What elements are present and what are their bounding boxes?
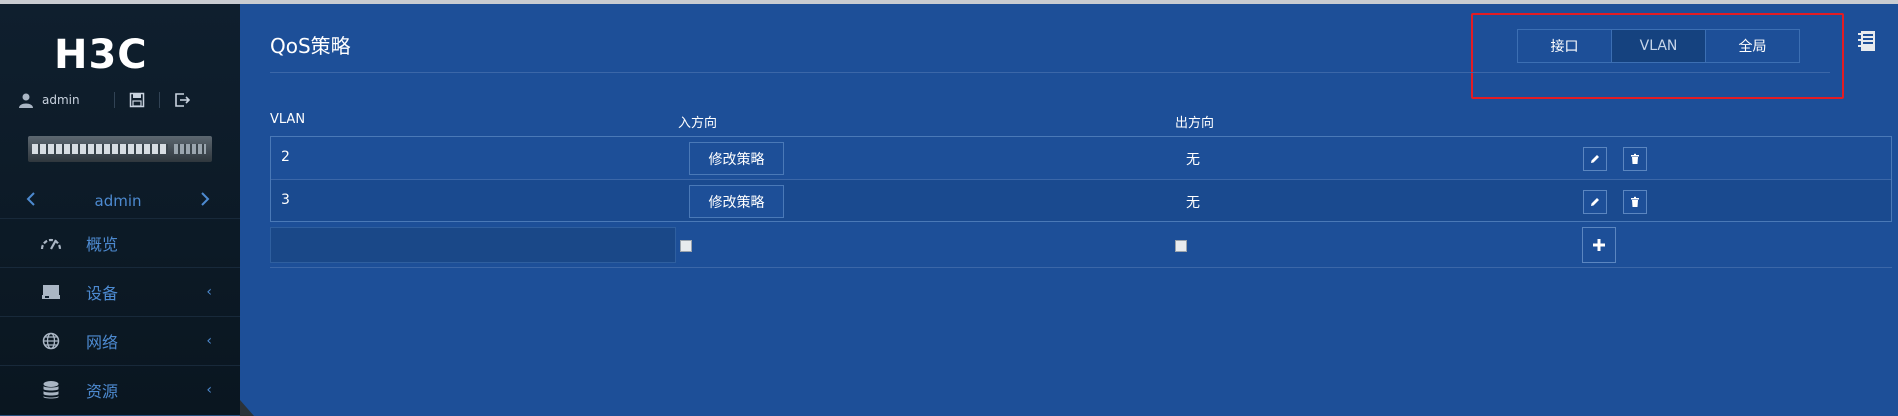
- sidebar-item-resources[interactable]: 资源 ‹: [0, 365, 240, 414]
- username: admin: [42, 93, 80, 107]
- inbound-checkbox[interactable]: [680, 240, 692, 252]
- column-header-outbound: 出方向: [1175, 116, 1215, 131]
- sidebar-item-label: 资源: [86, 382, 119, 401]
- table-row: 2 修改策略 无: [271, 137, 1891, 179]
- column-header-vlan: VLAN: [270, 112, 306, 127]
- dashboard-icon: [36, 235, 66, 251]
- add-button[interactable]: [1582, 227, 1616, 263]
- outbound-policy: 无: [1186, 152, 1200, 168]
- tab-group: 接口 VLAN 全局: [1517, 29, 1800, 63]
- chevron-left-icon: ‹: [206, 284, 212, 300]
- database-icon: [36, 380, 66, 400]
- table-header: VLAN 入方向 出方向: [270, 112, 1830, 134]
- user-icon: [18, 92, 34, 108]
- tab-vlan[interactable]: VLAN: [1612, 30, 1706, 62]
- vlan-id: 2: [281, 149, 290, 165]
- device-image: [28, 132, 212, 166]
- sidebar-item-label: 概览: [86, 235, 119, 254]
- chevron-left-icon[interactable]: [26, 192, 36, 210]
- outbound-policy: 无: [1186, 195, 1200, 211]
- modify-policy-button[interactable]: 修改策略: [689, 185, 784, 218]
- device-switcher: admin: [26, 190, 210, 212]
- logout-icon[interactable]: [174, 92, 190, 108]
- divider: [158, 92, 160, 108]
- chevron-right-icon[interactable]: [200, 192, 210, 210]
- page-title: QoS策略: [270, 34, 351, 58]
- notebook-icon[interactable]: [1857, 30, 1877, 56]
- vlan-id: 3: [281, 192, 290, 208]
- sidebar-item-network[interactable]: 网络 ‹: [0, 316, 240, 365]
- sidebar-item-label: 设备: [86, 284, 119, 303]
- divider: [113, 92, 115, 108]
- user-toolbar: admin: [18, 88, 222, 112]
- trash-icon[interactable]: [1623, 190, 1647, 214]
- trash-icon[interactable]: [1623, 147, 1647, 171]
- table-row: 3 修改策略 无: [271, 179, 1891, 221]
- device-icon: [36, 284, 66, 300]
- title-divider: [270, 72, 1830, 73]
- h3c-logo: H3C: [54, 32, 148, 78]
- sidebar-item-device[interactable]: 设备 ‹: [0, 267, 240, 316]
- edit-icon[interactable]: [1583, 190, 1607, 214]
- outbound-checkbox[interactable]: [1175, 240, 1187, 252]
- column-header-inbound: 入方向: [678, 116, 718, 131]
- edit-icon[interactable]: [1583, 147, 1607, 171]
- main-panel: QoS策略 接口 VLAN 全局 VLAN 入方向 出方向 2 修改策略 无 3…: [240, 4, 1898, 416]
- table-bottom-divider: [270, 267, 1892, 268]
- chevron-left-icon: ‹: [206, 333, 212, 349]
- sidebar-nav: 概览 设备 ‹ 网络 ‹ 资源 ‹: [0, 218, 240, 414]
- save-icon[interactable]: [129, 92, 145, 108]
- chevron-left-icon: ‹: [206, 382, 212, 398]
- plus-icon: [1593, 239, 1605, 251]
- globe-icon: [36, 332, 66, 350]
- vlan-input[interactable]: [270, 227, 676, 263]
- sidebar-item-overview[interactable]: 概览: [0, 218, 240, 267]
- add-row: [270, 225, 1892, 267]
- tab-global[interactable]: 全局: [1706, 30, 1799, 62]
- tab-interface[interactable]: 接口: [1518, 30, 1612, 62]
- sidebar: H3C admin admin 概览 设备 ‹ 网络 ‹ 资源 ‹: [0, 4, 240, 416]
- policy-table: 2 修改策略 无 3 修改策略 无: [270, 136, 1892, 222]
- modify-policy-button[interactable]: 修改策略: [689, 142, 784, 175]
- sidebar-item-label: 网络: [86, 333, 119, 352]
- device-name: admin: [94, 192, 142, 210]
